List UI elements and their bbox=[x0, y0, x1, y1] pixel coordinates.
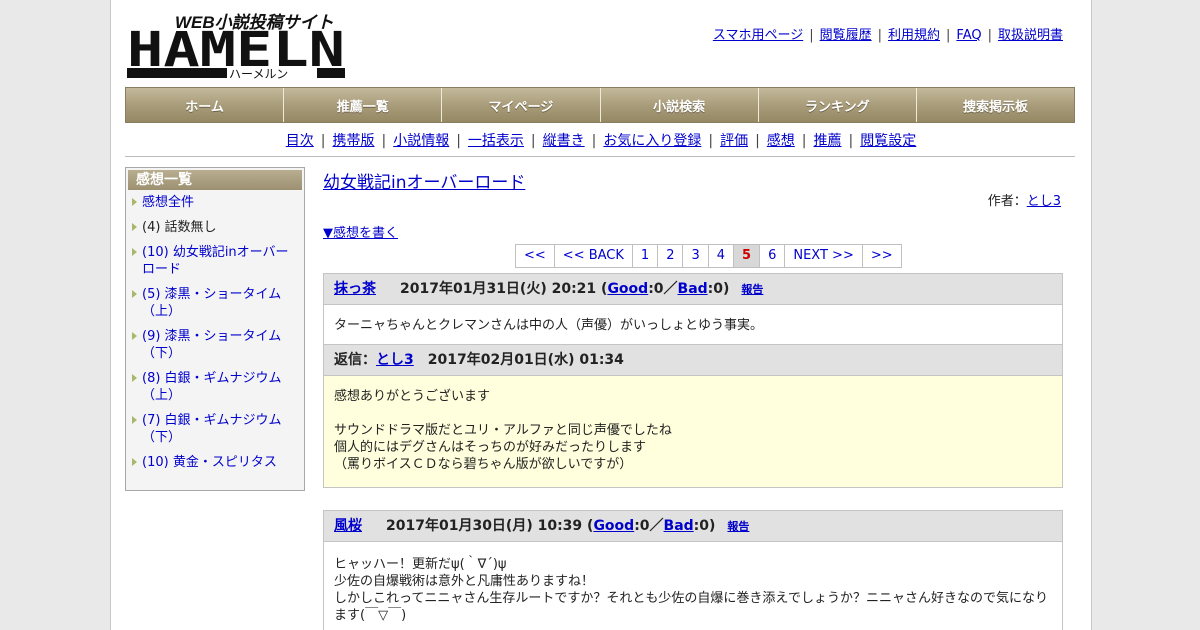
nav-board[interactable]: 捜索掲示板 bbox=[916, 88, 1075, 122]
novel-title-link[interactable]: 幼女戦記inオーバーロード bbox=[323, 173, 525, 193]
bullet-icon bbox=[132, 458, 137, 466]
manual-link[interactable]: 取扱説明書 bbox=[998, 28, 1063, 43]
sidebar-item[interactable]: (10) 幼女戦記inオーバーロード bbox=[132, 244, 292, 278]
comment-user[interactable]: 抹っ茶 bbox=[334, 281, 376, 297]
author: 作者：とし3 bbox=[988, 190, 1061, 209]
good-link[interactable]: Good bbox=[607, 281, 648, 297]
sidebar-item-label[interactable]: (10) 幼女戦記inオーバーロード bbox=[142, 245, 289, 277]
bad-link[interactable]: Bad bbox=[664, 518, 694, 534]
subnav-all[interactable]: 一括表示 bbox=[468, 133, 524, 149]
pager-back[interactable]: << BACK bbox=[554, 245, 633, 267]
sidebar-item-label[interactable]: (10) 黄金・スピリタス bbox=[142, 455, 277, 470]
subnav-rating[interactable]: 評価 bbox=[720, 133, 748, 149]
sidebar-item[interactable]: (5) 漆黒・ショータイム（上） bbox=[132, 286, 292, 320]
pager: << << BACK 1 2 3 4 5 6 NEXT >> >> bbox=[515, 244, 902, 268]
subnav-comments[interactable]: 感想 bbox=[767, 133, 795, 149]
logo-kana: ハーメルン bbox=[229, 67, 288, 80]
reply-header: 返信：とし3 2017年02月01日(水) 01:34 bbox=[324, 344, 1062, 376]
sidebar-item[interactable]: (8) 白銀・ギムナジウム（上） bbox=[132, 370, 292, 404]
subnav-info[interactable]: 小説情報 bbox=[393, 133, 449, 149]
comment-date: 2017年01月30日(月) 10:39 ( bbox=[386, 518, 594, 534]
pager-page[interactable]: 3 bbox=[683, 245, 709, 267]
pager-page[interactable]: 2 bbox=[658, 245, 684, 267]
bullet-icon bbox=[132, 290, 137, 298]
sidebar-list: 感想全件 (4) 話数無し (10) 幼女戦記inオーバーロード (5) 漆黒・… bbox=[126, 194, 304, 471]
page: WEB小説投稿サイト HAMELN ハーメルン スマホ用ページ | 閲覧履歴 | 利用規… bbox=[110, 0, 1092, 630]
sidebar: 感想一覧 感想全件 (4) 話数無し (10) 幼女戦記inオーバーロード (5… bbox=[125, 167, 305, 491]
pager-page[interactable]: 6 bbox=[760, 245, 786, 267]
comment: 抹っ茶 2017年01月31日(火) 20:21 (Good:0／Bad:0) 報告… bbox=[323, 273, 1063, 488]
bullet-icon bbox=[132, 332, 137, 340]
nav-search[interactable]: 小説検索 bbox=[600, 88, 759, 122]
sidebar-item-label[interactable]: 感想全件 bbox=[142, 195, 194, 210]
comment-body: ターニャちゃんとクレマンさんは中の人（声優）がいっしょとゆう事実。 bbox=[334, 318, 764, 333]
sidebar-item[interactable]: (7) 白銀・ギムナジウム（下） bbox=[132, 412, 292, 446]
top-links: スマホ用ページ | 閲覧履歴 | 利用規約 | FAQ | 取扱説明書 bbox=[712, 28, 1063, 43]
comment-header: 抹っ茶 2017年01月31日(火) 20:21 (Good:0／Bad:0) 報告 bbox=[324, 274, 1062, 305]
smartphone-page-link[interactable]: スマホ用ページ bbox=[713, 28, 803, 43]
sidebar-item[interactable]: (10) 黄金・スピリタス bbox=[132, 454, 292, 471]
sidebar-item-label: (4) 話数無し bbox=[142, 220, 217, 235]
sidebar-item[interactable]: 感想全件 bbox=[132, 194, 292, 211]
pager-page[interactable]: 1 bbox=[632, 245, 659, 267]
nav-ranking[interactable]: ランキング bbox=[758, 88, 917, 122]
faq-link[interactable]: FAQ bbox=[956, 28, 981, 43]
comment-body: ヒャッハー！更新だψ(｀∇´)ψ 少佐の自爆戦術は意外と凡庸性ありますね！ しか… bbox=[334, 557, 1048, 623]
bad-count: :0) bbox=[707, 281, 730, 297]
terms-link[interactable]: 利用規約 bbox=[888, 28, 940, 43]
sidebar-title: 感想一覧 bbox=[128, 170, 302, 190]
reply-body: 感想ありがとうございます サウンドドラマ版だとユリ・アルファと同じ声優でしたね … bbox=[324, 376, 1062, 487]
sidebar-item-label[interactable]: (5) 漆黒・ショータイム（上） bbox=[142, 287, 281, 319]
nav-mypage[interactable]: マイページ bbox=[442, 88, 601, 122]
reply-date: 2017年02月01日(水) 01:34 bbox=[427, 352, 624, 368]
sidebar-item[interactable]: (9) 漆黒・ショータイム（下） bbox=[132, 328, 292, 362]
author-label: 作者： bbox=[987, 194, 1027, 209]
main-nav: ホーム 推薦一覧 マイページ 小説検索 ランキング 捜索掲示板 bbox=[125, 87, 1075, 123]
comment-header: 風桜 2017年01月30日(月) 10:39 (Good:0／Bad:0) 報告 bbox=[324, 511, 1062, 542]
bullet-icon bbox=[132, 198, 137, 206]
pager-current-page: 5 bbox=[734, 245, 761, 267]
sidebar-item-label[interactable]: (8) 白銀・ギムナジウム（上） bbox=[142, 371, 282, 403]
write-comment-link[interactable]: ▼感想を書く bbox=[323, 226, 398, 241]
pager-first[interactable]: << bbox=[516, 245, 555, 267]
sidebar-item: (4) 話数無し bbox=[132, 219, 292, 236]
write-comment: ▼感想を書く bbox=[323, 222, 398, 241]
reply-user[interactable]: とし3 bbox=[376, 352, 414, 368]
subnav-recommend[interactable]: 推薦 bbox=[814, 133, 842, 149]
divider bbox=[125, 156, 1075, 157]
subnav-vertical[interactable]: 縦書き bbox=[543, 133, 585, 149]
comment-user[interactable]: 風桜 bbox=[334, 518, 362, 534]
good-count: :0／ bbox=[634, 518, 664, 534]
author-link[interactable]: とし3 bbox=[1027, 194, 1061, 209]
bad-link[interactable]: Bad bbox=[678, 281, 708, 297]
good-link[interactable]: Good bbox=[593, 518, 634, 534]
nav-recommend[interactable]: 推薦一覧 bbox=[284, 88, 443, 122]
bad-count: :0) bbox=[693, 518, 716, 534]
reply-label: 返信： bbox=[334, 352, 376, 368]
bullet-icon bbox=[132, 416, 137, 424]
pager-page[interactable]: 4 bbox=[708, 245, 735, 267]
subnav-settings[interactable]: 閲覧設定 bbox=[860, 133, 916, 149]
pager-next[interactable]: NEXT >> bbox=[785, 245, 863, 267]
history-link[interactable]: 閲覧履歴 bbox=[820, 28, 872, 43]
sidebar-item-label[interactable]: (7) 白銀・ギムナジウム（下） bbox=[142, 413, 282, 445]
comment-date: 2017年01月31日(火) 20:21 ( bbox=[400, 281, 608, 297]
subnav-favorite[interactable]: お気に入り登録 bbox=[603, 133, 701, 149]
good-count: :0／ bbox=[648, 281, 678, 297]
sidebar-item-label[interactable]: (9) 漆黒・ショータイム（下） bbox=[142, 329, 281, 361]
bullet-icon bbox=[132, 374, 137, 382]
sub-nav: 目次 | 携帯版 | 小説情報 | 一括表示 | 縦書き | お気に入り登録 | 評価 | 感想 | 推薦 | 閲覧… bbox=[285, 133, 917, 149]
report-link[interactable]: 報告 bbox=[741, 283, 763, 296]
subnav-toc[interactable]: 目次 bbox=[286, 133, 314, 149]
pager-last[interactable]: >> bbox=[862, 245, 901, 267]
report-link[interactable]: 報告 bbox=[727, 520, 749, 533]
novel-title: 幼女戦記inオーバーロード bbox=[323, 168, 525, 193]
hameln-logo[interactable]: WEB小説投稿サイト HAMELN ハーメルン bbox=[127, 10, 347, 80]
subnav-mobile[interactable]: 携帯版 bbox=[332, 133, 374, 149]
nav-home[interactable]: ホーム bbox=[126, 88, 285, 122]
bullet-icon bbox=[132, 223, 137, 231]
comment: 風桜 2017年01月30日(月) 10:39 (Good:0／Bad:0) 報告 … bbox=[323, 510, 1063, 630]
bullet-icon bbox=[132, 248, 137, 256]
